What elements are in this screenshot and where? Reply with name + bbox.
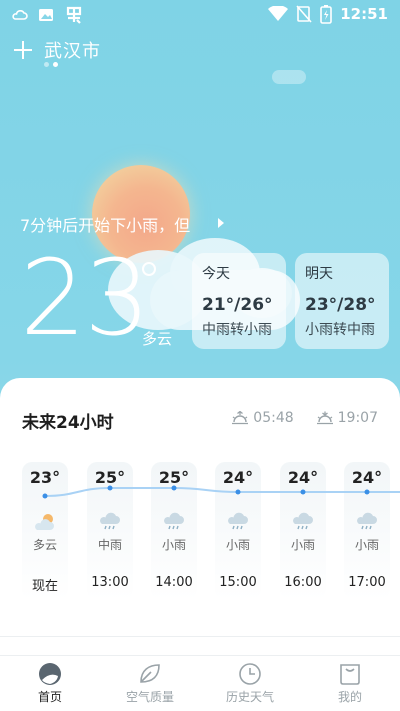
cloud-notification-icon <box>12 10 28 20</box>
page-dot <box>44 62 49 67</box>
rain-alert-text: 7分钟后开始下小雨，但 <box>20 216 191 235</box>
nav-label: 我的 <box>337 690 362 704</box>
trend-point <box>364 489 370 495</box>
clock: 12:51 <box>340 5 388 23</box>
city-name[interactable]: 武汉市 <box>44 37 101 63</box>
add-city-button[interactable] <box>12 39 34 61</box>
current-temperature: 23 <box>20 237 150 359</box>
app-notification-icon <box>66 6 82 24</box>
trend-point <box>235 489 241 495</box>
day-condition: 中雨转小雨 <box>202 322 272 338</box>
rain-icon <box>355 511 379 533</box>
day-condition: 小雨转中雨 <box>305 322 375 338</box>
rain-icon <box>226 511 250 533</box>
trend-point <box>171 485 177 491</box>
nav-profile[interactable]: 我的 <box>300 656 400 711</box>
sunset-time: 19:07 <box>337 410 378 426</box>
tomorrow-card[interactable]: 明天 23°/28° 小雨转中雨 <box>295 253 389 349</box>
day-temp-range: 23°/28° <box>305 295 376 315</box>
current-condition: 多云 <box>142 330 173 348</box>
hour-condition: 小雨 <box>225 538 250 552</box>
hour-time: 16:00 <box>284 575 322 590</box>
nav-label: 首页 <box>37 690 62 704</box>
sunset-icon <box>316 411 333 425</box>
wifi-icon <box>268 6 289 21</box>
degree-symbol <box>142 262 156 276</box>
hour-condition: 小雨 <box>161 538 186 552</box>
nav-home[interactable]: 首页 <box>0 656 100 711</box>
page-dot-active <box>53 62 58 67</box>
temperature-trend-line <box>42 485 400 499</box>
nav-history[interactable]: 历史天气 <box>200 656 300 711</box>
rain-icon <box>162 511 186 533</box>
hour-condition: 多云 <box>32 538 57 552</box>
image-notification-icon <box>39 9 53 21</box>
nav-label: 空气质量 <box>125 690 174 704</box>
day-label: 今天 <box>202 266 230 282</box>
sunrise-time: 05:48 <box>253 410 294 426</box>
page-indicator <box>44 62 58 67</box>
chevron-right-icon[interactable] <box>218 218 224 228</box>
bottom-navigation: 首页 空气质量 历史天气 我的 <box>0 655 400 711</box>
rain-icon <box>291 511 315 533</box>
home-icon <box>37 662 63 686</box>
small-cloud-decoration <box>272 70 306 84</box>
hour-time: 17:00 <box>348 575 386 590</box>
hour-condition: 中雨 <box>97 538 122 552</box>
nav-air-quality[interactable]: 空气质量 <box>100 656 200 711</box>
trend-point <box>300 489 306 495</box>
clock-icon <box>237 662 263 686</box>
battery-charging-icon <box>320 5 333 24</box>
rain-icon <box>98 511 122 533</box>
hour-condition: 小雨 <box>290 538 315 552</box>
sunrise-icon <box>232 411 249 425</box>
hour-time: 13:00 <box>91 575 129 590</box>
forecast-24h-title: 未来24小时 <box>22 413 114 433</box>
divider <box>0 636 400 637</box>
hour-time: 14:00 <box>155 575 193 590</box>
trend-point <box>107 485 113 491</box>
nav-label: 历史天气 <box>225 690 274 704</box>
day-label: 明天 <box>305 266 333 282</box>
leaf-icon <box>137 662 163 686</box>
hour-time: 15:00 <box>219 575 257 590</box>
hour-condition: 小雨 <box>354 538 379 552</box>
trend-point <box>42 493 48 499</box>
sun-times: 05:48 19:07 <box>231 410 378 426</box>
today-card[interactable]: 今天 21°/26° 中雨转小雨 <box>192 253 286 349</box>
profile-icon <box>337 662 363 686</box>
day-temp-range: 21°/26° <box>202 295 273 315</box>
status-bar: 12:51 <box>0 0 400 28</box>
location-header: 武汉市 <box>12 36 101 64</box>
cloudy-sun-icon <box>33 511 57 533</box>
rain-alert[interactable]: 7分钟后开始下小雨，但 <box>0 212 226 236</box>
no-signal-icon <box>296 5 312 23</box>
hour-time: 现在 <box>31 579 58 594</box>
